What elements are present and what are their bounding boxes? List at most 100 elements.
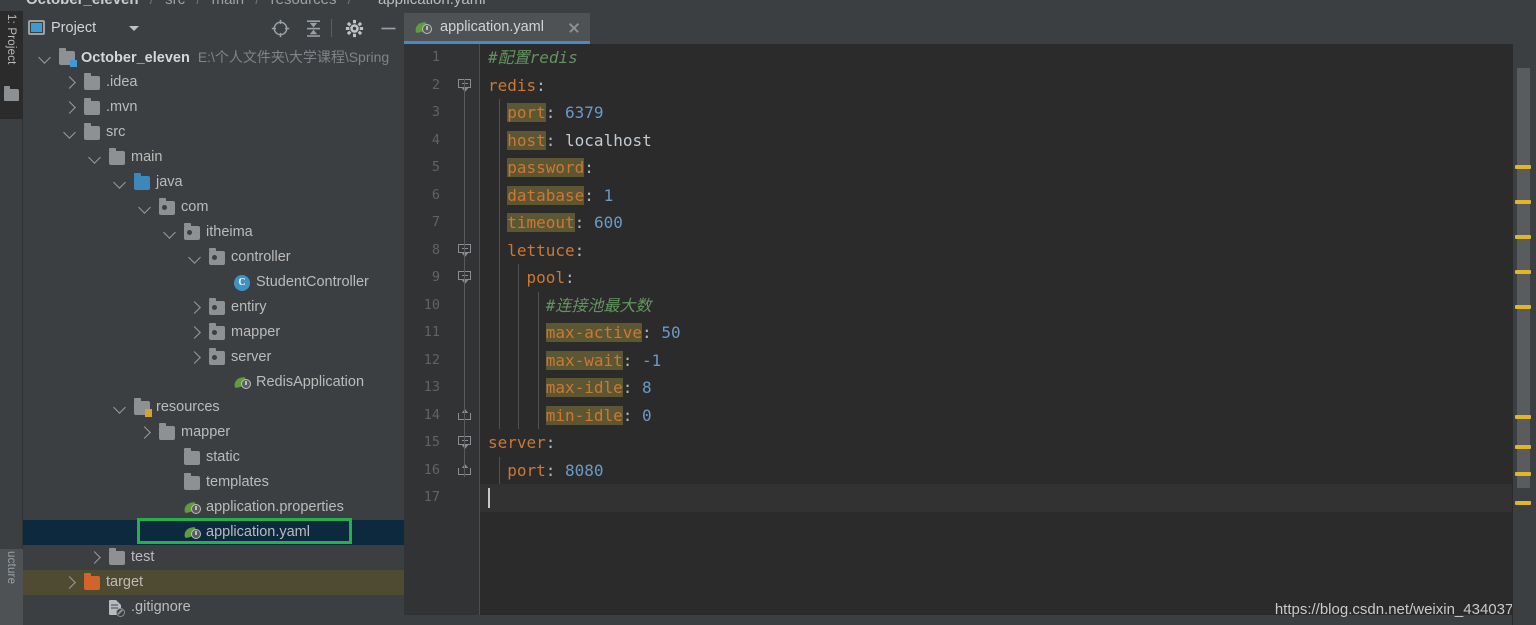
chevron-down-icon[interactable] [113,176,126,189]
tree-item-redisapplication[interactable]: RedisApplication [23,370,404,395]
spring-config-icon [184,500,202,516]
tree-item--gitignore[interactable]: .gitignore [23,595,404,620]
chevron-right-icon[interactable] [188,326,201,339]
breadcrumb-separator: / [341,0,359,8]
chevron-right-icon[interactable] [188,351,201,364]
scrollbar-warning-marker[interactable] [1515,472,1531,476]
scrollbar-warning-marker[interactable] [1515,305,1531,309]
code-line[interactable]: #配置redis [480,44,1536,72]
minimize-icon[interactable] [379,19,398,38]
tree-item-templates[interactable]: templates [23,470,404,495]
tree-item-java[interactable]: java [23,170,404,195]
code-editor[interactable]: 1234567891011121314151617 #配置redis redis:… [404,44,1536,625]
code-token: : [546,461,565,480]
chevron-right-icon[interactable] [88,551,101,564]
code-line[interactable]: #连接池最大数 [480,292,1536,320]
breadcrumb-segment-src[interactable]: src [165,0,185,8]
scrollbar-warning-marker[interactable] [1515,270,1531,274]
code-line[interactable]: lettuce: [480,237,1536,265]
scrollbar-warning-marker[interactable] [1515,200,1531,204]
line-number: 9 [404,264,440,292]
code-line[interactable]: min-idle: 0 [480,402,1536,430]
tree-item-controller[interactable]: controller [23,245,404,270]
tree-item-itheima[interactable]: itheima [23,220,404,245]
chevron-right-icon[interactable] [63,76,76,89]
tree-item-studentcontroller[interactable]: StudentController [23,270,404,295]
tree-item-src[interactable]: src [23,120,404,145]
close-icon[interactable] [567,21,581,35]
editor-tab-application-yaml[interactable]: application.yaml [404,13,590,44]
chevron-right-icon[interactable] [63,576,76,589]
chevron-right-icon[interactable] [188,301,201,314]
tree-item-label: itheima [206,220,253,245]
chevron-down-icon[interactable] [38,51,51,64]
tree-item-mapper[interactable]: mapper [23,420,404,445]
code-line[interactable]: host: localhost [480,127,1536,155]
tree-item--mvn[interactable]: .mvn [23,95,404,120]
collapse-all-icon[interactable] [304,19,323,38]
chevron-down-icon[interactable] [129,26,139,31]
chevron-down-icon[interactable] [63,126,76,139]
tree-item-test[interactable]: test [23,545,404,570]
sidebar-item-structure-label: ucture [5,551,17,584]
tree-item-label: mapper [181,420,230,445]
tree-item-mapper[interactable]: mapper [23,320,404,345]
editor-gutter[interactable]: 1234567891011121314151617 [404,44,480,625]
chevron-right-icon[interactable] [63,101,76,114]
line-number: 17 [404,484,440,512]
code-content[interactable]: #配置redisredis:port: 6379host: localhostp… [480,44,1536,625]
scrollbar-warning-marker[interactable] [1515,235,1531,239]
project-tree[interactable]: October_elevenE:\个人文件夹\大学课程\Spring.idea.… [23,45,404,625]
code-line[interactable] [480,484,1536,512]
code-line[interactable]: server: [480,429,1536,457]
code-token: : [546,433,556,452]
code-line[interactable]: port: 6379 [480,99,1536,127]
tree-item-application-properties[interactable]: application.properties [23,495,404,520]
sidebar-item-project[interactable]: 1: Project [0,11,23,119]
chevron-right-icon[interactable] [138,426,151,439]
tree-item-server[interactable]: server [23,345,404,370]
editor-scrollbar-thumb[interactable] [1517,68,1530,488]
tree-item-entiry[interactable]: entiry [23,295,404,320]
code-line[interactable]: max-active: 50 [480,319,1536,347]
scrollbar-warning-marker[interactable] [1515,445,1531,449]
code-line[interactable]: database: 1 [480,182,1536,210]
code-line[interactable]: password: [480,154,1536,182]
code-line[interactable]: pool: [480,264,1536,292]
code-line[interactable]: port: 8080 [480,457,1536,485]
tree-item-com[interactable]: com [23,195,404,220]
tree-item-label: .idea [106,70,137,95]
tree-item-main[interactable]: main [23,145,404,170]
chevron-down-icon[interactable] [188,251,201,264]
breadcrumb-file[interactable]: application.yaml [378,0,486,8]
breadcrumb-root[interactable]: October_eleven [26,0,139,8]
code-line[interactable]: max-idle: 8 [480,374,1536,402]
chevron-down-icon[interactable] [138,201,151,214]
tree-item-static[interactable]: static [23,445,404,470]
code-line[interactable]: timeout: 600 [480,209,1536,237]
editor-marker-strip[interactable] [1512,44,1536,625]
tree-item-october-eleven[interactable]: October_elevenE:\个人文件夹\大学课程\Spring [23,45,404,70]
chevron-down-icon[interactable] [113,401,126,414]
code-token: -1 [642,351,661,370]
chevron-down-icon[interactable] [163,226,176,239]
tree-item-application-yaml[interactable]: application.yaml [23,520,404,545]
chevron-down-icon[interactable] [88,151,101,164]
locate-icon[interactable] [271,19,290,38]
tree-item--idea[interactable]: .idea [23,70,404,95]
scrollbar-warning-marker[interactable] [1515,415,1531,419]
gear-icon[interactable] [345,19,364,38]
scrollbar-warning-marker[interactable] [1515,501,1531,505]
code-token: port [507,103,546,122]
tree-item-target[interactable]: target [23,570,404,595]
code-token: #配置redis [488,48,578,67]
scrollbar-warning-marker[interactable] [1515,165,1531,169]
code-line[interactable]: redis: [480,72,1536,100]
code-line[interactable]: max-wait: -1 [480,347,1536,375]
sidebar-item-structure[interactable]: ucture [0,549,23,625]
breadcrumb-segment-main[interactable]: main [212,0,245,8]
tree-item-resources[interactable]: resources [23,395,404,420]
breadcrumb: October_eleven / src / main / resources … [0,0,1536,11]
breadcrumb-segment-resources[interactable]: resources [271,0,337,8]
spring-boot-class-icon [234,375,252,391]
